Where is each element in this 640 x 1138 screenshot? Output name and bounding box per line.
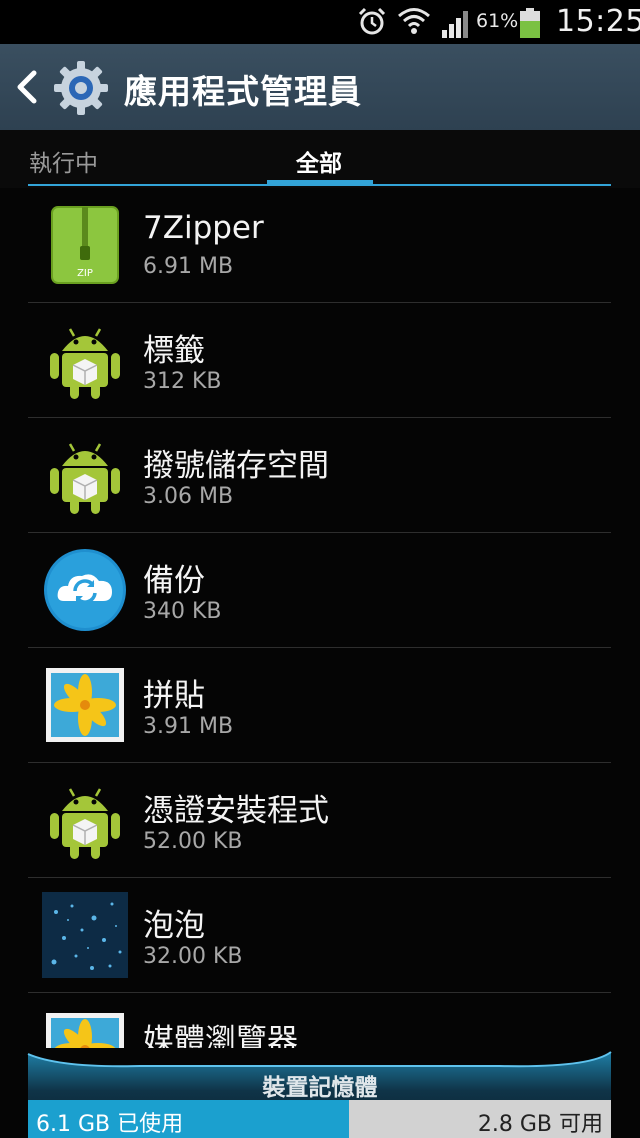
app-size: 312 KB (143, 369, 222, 394)
app-name: 撥號儲存空間 (143, 448, 329, 484)
app-size: 3.06 MB (143, 484, 234, 509)
battery-percent: 61% (476, 10, 519, 32)
storage-free-label: 2.8 GB 可用 (477, 1112, 603, 1137)
list-item[interactable]: ZIP 7Zipper 6.91 MB (0, 188, 640, 303)
app-size: 3.91 MB (143, 714, 234, 739)
tab-running[interactable]: 執行中 (29, 144, 98, 178)
android-icon (50, 328, 120, 399)
list-item[interactable]: 媒體瀏覽器 (0, 993, 640, 1048)
back-arrow-icon[interactable] (12, 67, 42, 107)
list-item[interactable]: 備份 340 KB (0, 533, 640, 648)
signal-icon (442, 11, 468, 38)
app-name: 泡泡 (143, 908, 205, 944)
app-size: 6.91 MB (143, 254, 234, 279)
wifi-icon (398, 8, 430, 34)
app-list[interactable]: ZIP 7Zipper 6.91 MB 標籤 312 KB 撥號儲存空間 3.0… (0, 188, 640, 1048)
app-name: 媒體瀏覽器 (143, 1023, 298, 1048)
status-bar: 61% 15:25 (0, 0, 640, 44)
clock: 15:25 (556, 4, 640, 39)
storage-usage-bar: 6.1 GB 已使用 2.8 GB 可用 (28, 1100, 611, 1138)
list-item[interactable]: 標籤 312 KB (0, 303, 640, 418)
tab-bar: 執行中 全部 (0, 130, 640, 188)
storage-used-label: 6.1 GB 已使用 (36, 1112, 184, 1137)
app-name: 標籤 (143, 333, 205, 369)
app-size: 52.00 KB (143, 829, 243, 854)
app-name: 備份 (143, 563, 205, 599)
settings-gear-icon[interactable] (52, 59, 110, 117)
list-item[interactable]: 憑證安裝程式 52.00 KB (0, 763, 640, 878)
android-icon (50, 443, 120, 514)
battery-icon (520, 8, 540, 38)
app-name: 拼貼 (143, 678, 205, 714)
android-icon (50, 788, 120, 859)
app-size: 32.00 KB (143, 944, 243, 969)
app-name: 憑證安裝程式 (143, 793, 329, 829)
storage-title: 裝置記憶體 (262, 1075, 378, 1101)
tab-selected-indicator (267, 180, 373, 185)
svg-text:ZIP: ZIP (77, 268, 93, 279)
flower-photo-icon (46, 1013, 124, 1048)
list-item[interactable]: 拼貼 3.91 MB (0, 648, 640, 763)
list-item[interactable]: 泡泡 32.00 KB (0, 878, 640, 993)
flower-photo-icon (46, 668, 124, 742)
zip-icon: ZIP (51, 206, 119, 284)
app-name: 7Zipper (143, 210, 264, 246)
action-bar: 應用程式管理員 (0, 44, 640, 131)
page-title: 應用程式管理員 (124, 72, 362, 111)
bubbles-wallpaper-icon (42, 892, 128, 978)
app-size: 340 KB (143, 599, 222, 624)
alarm-icon (358, 7, 386, 35)
list-item[interactable]: 撥號儲存空間 3.06 MB (0, 418, 640, 533)
backup-cloud-icon (44, 549, 126, 631)
tab-all[interactable]: 全部 (296, 144, 342, 178)
storage-panel: 裝置記憶體 6.1 GB 已使用 2.8 GB 可用 (0, 1046, 640, 1138)
